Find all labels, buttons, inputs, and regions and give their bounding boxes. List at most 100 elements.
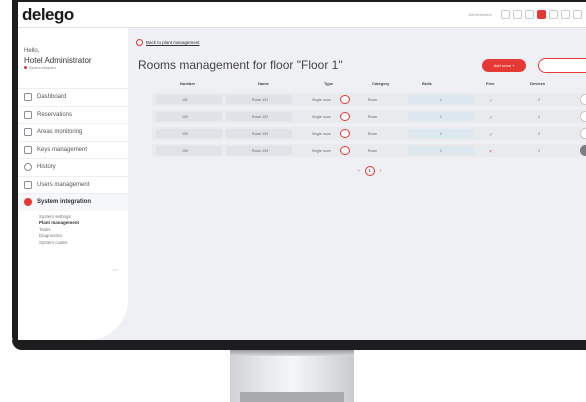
cell-devices: 2 <box>538 148 540 153</box>
cell-beds: 1 <box>440 148 442 153</box>
sidebar-item-dashboard[interactable]: Dashboard <box>18 88 128 106</box>
calendar-icon <box>24 110 32 119</box>
role-dot-icon <box>24 66 27 69</box>
back-arrow-icon <box>136 39 143 46</box>
close-icon[interactable] <box>573 10 582 19</box>
back-link[interactable]: Back to plant management <box>136 39 200 46</box>
type-toggle[interactable] <box>340 112 350 121</box>
sidebar-item-history[interactable]: History <box>18 158 128 176</box>
submenu-item-system-settings[interactable]: System settings <box>39 214 128 221</box>
cell-name: Room 104 <box>252 148 269 153</box>
type-toggle[interactable] <box>340 146 350 155</box>
user-name: Hotel Administrator <box>24 56 92 65</box>
monitor-foot <box>240 392 344 402</box>
greeting: Hello, <box>24 48 40 54</box>
cell-type: Single room <box>312 114 331 119</box>
type-toggle[interactable] <box>340 129 350 138</box>
cell-category: Room <box>368 97 378 102</box>
free-check-icon: ✓ <box>489 97 494 104</box>
cell-bg <box>156 129 222 138</box>
submenu-item-diagnostics[interactable]: Diagnostics <box>39 233 128 240</box>
version-label: v3.2 <box>112 268 118 272</box>
edit-button[interactable] <box>580 111 586 122</box>
not-free-icon: × <box>489 148 492 155</box>
cell-beds: 1 <box>440 114 442 119</box>
sidebar-item-users-management[interactable]: Users management <box>18 175 128 194</box>
col-type[interactable]: Type <box>324 81 333 86</box>
system-integration-submenu: System settings Plant management Tasks D… <box>18 211 128 247</box>
cell-category: Room <box>368 114 378 119</box>
edit-button[interactable] <box>580 94 586 105</box>
cell-number: 104 <box>182 148 188 153</box>
grid-icon[interactable] <box>513 10 522 19</box>
top-user-name: Administrator <box>468 12 492 17</box>
cell-beds: 1 <box>440 131 442 136</box>
top-bar-actions: Administrator <box>468 10 582 19</box>
add-room-button[interactable]: Add room + <box>482 59 526 72</box>
cell-number: 102 <box>182 114 188 119</box>
cell-type: Single room <box>312 131 331 136</box>
cell-devices: 2 <box>538 97 540 102</box>
cell-category: Room <box>368 131 378 136</box>
sidebar-item-areas-monitoring[interactable]: Areas monitoring <box>18 123 128 141</box>
col-name[interactable]: Name <box>258 81 269 86</box>
list-icon[interactable] <box>525 10 534 19</box>
cell-beds: 1 <box>440 97 442 102</box>
monitor-chin <box>12 340 586 350</box>
submenu-item-tasks[interactable]: Tasks <box>39 227 128 234</box>
free-check-icon: ✓ <box>489 131 494 138</box>
cell-bg <box>156 112 222 121</box>
sidebar-item-keys-management[interactable]: Keys management <box>18 140 128 159</box>
cell-name: Room 103 <box>252 131 269 136</box>
cell-devices: 2 <box>538 131 540 136</box>
page-number[interactable]: 1 <box>364 166 375 176</box>
cell-name: Room 102 <box>252 114 269 119</box>
monitor-icon <box>24 128 32 137</box>
app-logo[interactable]: delego <box>22 5 74 25</box>
table-row[interactable]: 102 Room 102 Single room Room 1 ✓ 2 <box>152 110 586 123</box>
cell-bg <box>156 95 222 104</box>
col-beds[interactable]: Beds <box>422 81 432 86</box>
edit-button[interactable] <box>580 145 586 156</box>
table-row[interactable]: 101 Room 101 Single room Room 1 ✓ 2 <box>152 93 586 106</box>
alert-icon[interactable] <box>537 10 546 19</box>
settings-icon[interactable] <box>549 10 558 19</box>
top-bar: delego Administrator <box>18 2 586 28</box>
type-toggle[interactable] <box>340 95 350 104</box>
table-row[interactable]: 104 Room 104 Single room Room 1 × 2 <box>152 144 586 157</box>
monitor: delego Administrator Hello, Hotel Admini… <box>0 0 586 402</box>
cell-type: Single room <box>312 148 331 153</box>
stand-shadow <box>230 350 354 356</box>
sidebar-menu: Dashboard Reservations Areas monitoring … <box>18 88 128 246</box>
table-header: Number Name Type Category Beds Free Devi… <box>152 81 586 89</box>
free-check-icon: ✓ <box>489 114 494 121</box>
pagination: ‹ 1 › <box>358 166 381 176</box>
edit-button[interactable] <box>580 128 586 139</box>
minimize-icon[interactable] <box>561 10 570 19</box>
cell-number: 101 <box>182 97 188 102</box>
page-title: Rooms management for floor "Floor 1" <box>138 58 343 72</box>
cell-category: Room <box>368 148 378 153</box>
sidebar: Hello, Hotel Administrator System integr… <box>18 28 128 340</box>
col-category[interactable]: Category <box>372 81 389 86</box>
col-number[interactable]: Number <box>180 81 195 86</box>
submenu-item-plant-management[interactable]: Plant management <box>39 220 128 227</box>
sidebar-item-reservations[interactable]: Reservations <box>18 105 128 124</box>
col-devices[interactable]: Devices <box>530 81 545 86</box>
prev-page-icon[interactable]: ‹ <box>358 168 360 174</box>
table-row[interactable]: 103 Room 103 Single room Room 1 ✓ 2 <box>152 127 586 140</box>
screen: delego Administrator Hello, Hotel Admini… <box>18 2 586 340</box>
col-free[interactable]: Free <box>486 81 494 86</box>
keys-icon <box>24 145 32 154</box>
submenu-item-system-codes[interactable]: System codes <box>39 240 128 247</box>
sidebar-item-system-integration[interactable]: System integration <box>18 193 128 211</box>
next-page-icon[interactable]: › <box>380 168 382 174</box>
cell-name: Room 101 <box>252 97 269 102</box>
users-icon <box>24 180 32 189</box>
cell-devices: 2 <box>538 114 540 119</box>
cell-type: Single room <box>312 97 331 102</box>
dashboard-icon <box>24 93 32 102</box>
window-icon[interactable] <box>501 10 510 19</box>
user-role: System integrator <box>24 66 56 70</box>
search-input[interactable] <box>538 58 586 73</box>
